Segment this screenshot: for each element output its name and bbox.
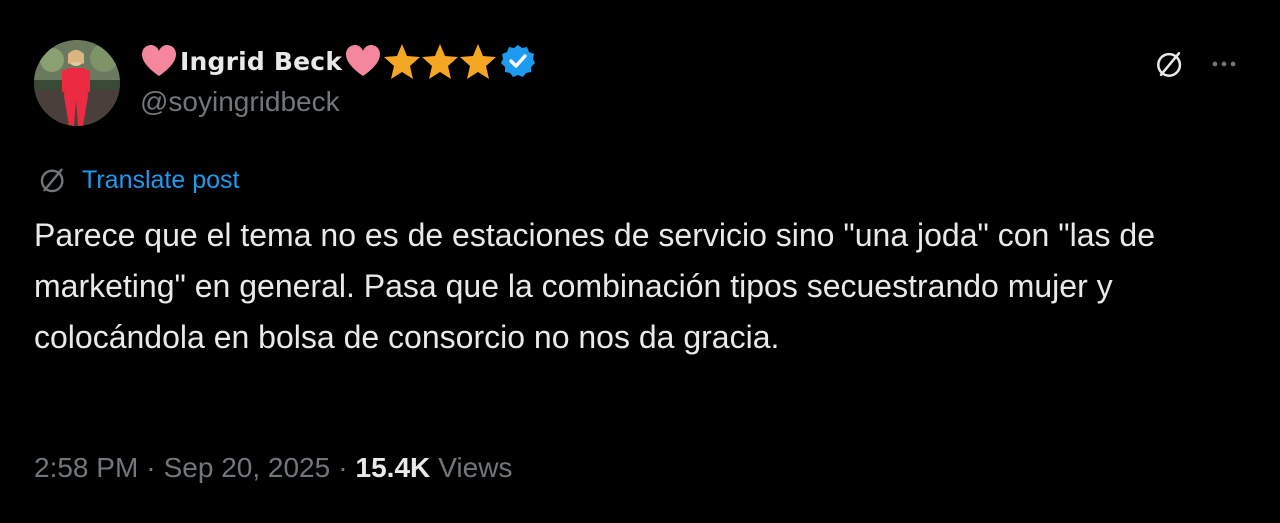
post-meta: 2:58 PM · Sep 20, 2025 · 15.4K Views <box>34 448 512 488</box>
grok-button[interactable] <box>1150 44 1190 84</box>
avatar[interactable] <box>34 40 120 126</box>
post-date[interactable]: Sep 20, 2025 <box>164 452 331 484</box>
translate-post-link[interactable]: Translate post <box>36 162 239 198</box>
grok-icon <box>1157 51 1182 77</box>
meta-separator: · <box>338 452 348 483</box>
more-options-button[interactable] <box>1204 44 1244 84</box>
post-time[interactable]: 2:58 PM <box>34 452 138 484</box>
meta-separator: · <box>146 452 156 483</box>
star-icon <box>458 41 498 81</box>
pink-heart-icon <box>140 43 178 79</box>
star-icon <box>382 41 422 81</box>
star-icon <box>420 41 460 81</box>
grok-icon <box>40 168 64 193</box>
display-name[interactable]: Ingrid Beck <box>180 47 342 76</box>
verified-icon[interactable] <box>500 43 536 79</box>
author-handle[interactable]: @soyingridbeck <box>140 86 340 118</box>
author-name-row[interactable]: Ingrid Beck <box>140 40 536 82</box>
post-text: Parece que el tema no es de estaciones d… <box>34 217 1155 355</box>
translate-post-label[interactable]: Translate post <box>82 166 239 195</box>
views-label[interactable]: Views <box>438 452 512 484</box>
pink-heart-icon <box>344 43 382 79</box>
more-icon <box>1212 61 1236 67</box>
views-count[interactable]: 15.4K <box>356 452 431 484</box>
